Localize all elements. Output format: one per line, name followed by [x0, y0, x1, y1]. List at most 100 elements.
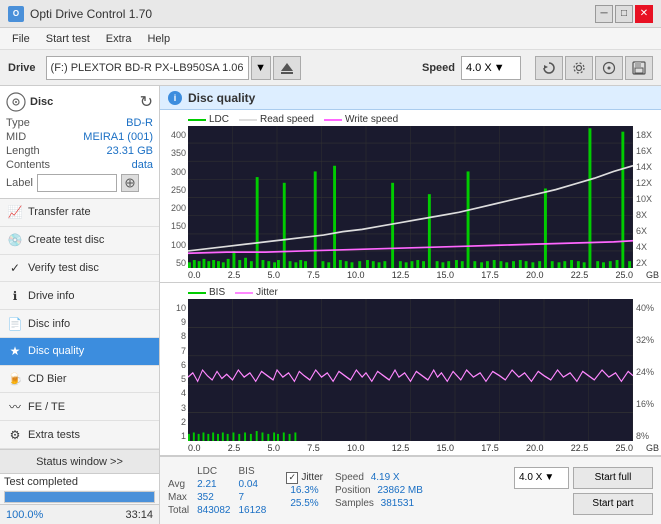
status-window-button[interactable]: Status window >> — [0, 450, 159, 474]
disc-info-label: Disc info — [28, 318, 70, 330]
chart1-svg — [188, 126, 633, 268]
menu-file[interactable]: File — [4, 31, 38, 47]
samples-row: Samples 381531 — [335, 497, 423, 510]
chart2-y-axis-right: 40%32%24%16%8% — [634, 299, 659, 445]
jitter-max-val: 25.5% — [290, 498, 318, 509]
toolbar-icons — [535, 56, 653, 80]
drive-select-container: (F:) PLEXTOR BD-R PX-LB950SA 1.06 ▼ — [46, 56, 408, 80]
main-layout: Disc ↻ Type BD-R MID MEIRA1 (001) Length… — [0, 86, 661, 524]
disc-mid-value: MEIRA1 (001) — [83, 131, 153, 143]
drive-info-label: Drive info — [28, 290, 74, 302]
status-bar: Status window >> Test completed 100.0% 3… — [0, 449, 159, 524]
drive-info-icon: ℹ — [8, 289, 22, 303]
chart2-y-axis-left: 10987654321 — [160, 299, 188, 445]
read-speed-legend-color — [239, 119, 257, 121]
jitter-legend-color — [235, 292, 253, 294]
titlebar: O Opti Drive Control 1.70 ─ □ ✕ — [0, 0, 661, 28]
sidebar-item-fe-te[interactable]: 〰 FE / TE — [0, 393, 159, 421]
sidebar-item-disc-quality[interactable]: ★ Disc quality — [0, 338, 159, 366]
menu-start-test[interactable]: Start test — [38, 31, 98, 47]
sidebar-item-create-test-disc[interactable]: 💿 Create test disc — [0, 227, 159, 255]
bis-legend-label: BIS — [209, 287, 225, 298]
chart1-y-axis-right: 18X 16X 14X 12X 10X 8X 6X 4X 2X — [634, 126, 659, 272]
chart2-wrapper: BIS Jitter 10987654321 40%32%24%16%8% — [160, 283, 661, 456]
stats-total-bis: 16128 — [239, 504, 275, 517]
speed-select-bottom[interactable]: 4.0 X ▼ — [514, 467, 569, 489]
chart2-svg — [188, 299, 633, 441]
sidebar-item-extra-tests[interactable]: ⚙ Extra tests — [0, 421, 159, 449]
stats-avg-label: Avg — [168, 478, 197, 491]
action-buttons: 4.0 X ▼ Start full Start part — [514, 467, 653, 515]
close-button[interactable]: ✕ — [635, 5, 653, 23]
stats-max-ldc: 352 — [197, 491, 238, 504]
speed-dropdown-arrow: ▼ — [494, 62, 505, 74]
samples-label: Samples — [335, 498, 374, 509]
status-text: Test completed — [0, 474, 159, 490]
write-speed-legend-color — [324, 119, 342, 121]
sidebar-item-disc-info[interactable]: 📄 Disc info — [0, 310, 159, 338]
speed-value: 4.0 X — [466, 62, 492, 74]
speed-label: Speed — [422, 62, 455, 74]
position-label: Position — [335, 485, 371, 496]
window-controls: ─ □ ✕ — [595, 5, 653, 23]
menu-extra[interactable]: Extra — [98, 31, 140, 47]
minimize-button[interactable]: ─ — [595, 5, 613, 23]
chart2-gb-label: GB — [646, 443, 659, 453]
eject-button[interactable] — [273, 56, 301, 80]
stats-avg-bis: 0.04 — [239, 478, 275, 491]
chart1-legend: LDC Read speed Write speed — [188, 114, 398, 125]
progress-percent: 100.0% — [6, 509, 43, 521]
speed-select[interactable]: 4.0 X ▼ — [461, 56, 521, 80]
menubar: File Start test Extra Help — [0, 28, 661, 50]
disc-icon — [6, 92, 26, 112]
sidebar-item-cd-bier[interactable]: 🍺 CD Bier — [0, 366, 159, 394]
jitter-checkbox[interactable]: ✓ — [286, 472, 298, 484]
cd-bier-icon: 🍺 — [8, 372, 22, 386]
chart2-legend: BIS Jitter — [188, 287, 278, 298]
disc-header-label: Disc — [30, 96, 53, 108]
app-icon: O — [8, 6, 24, 22]
stats-table: LDC BIS Avg 2.21 0.04 Max — [168, 465, 274, 517]
titlebar-left: O Opti Drive Control 1.70 — [8, 6, 152, 22]
start-full-button[interactable]: Start full — [573, 467, 653, 489]
drive-dropdown-arrow[interactable]: ▼ — [251, 56, 271, 80]
disc-button[interactable] — [595, 56, 623, 80]
settings-button[interactable] — [565, 56, 593, 80]
stats-max-label: Max — [168, 491, 197, 504]
drive-value: (F:) PLEXTOR BD-R PX-LB950SA 1.06 — [51, 62, 244, 74]
sidebar-item-transfer-rate[interactable]: 📈 Transfer rate — [0, 199, 159, 227]
disc-contents-value: data — [132, 159, 153, 171]
sidebar-item-drive-info[interactable]: ℹ Drive info — [0, 282, 159, 310]
label-input[interactable] — [37, 174, 117, 192]
start-part-button[interactable]: Start part — [573, 493, 653, 515]
create-test-disc-icon: 💿 — [8, 233, 22, 247]
legend-ldc: LDC — [188, 114, 229, 125]
start-part-row: Start part — [514, 493, 653, 515]
panel-header: i Disc quality — [160, 86, 661, 110]
refresh-button[interactable] — [535, 56, 563, 80]
maximize-button[interactable]: □ — [615, 5, 633, 23]
speed-select-value: 4.0 X — [519, 472, 542, 483]
position-row: Position 23862 MB — [335, 484, 423, 497]
verify-test-disc-icon: ✓ — [8, 261, 22, 275]
disc-mid-row: MID MEIRA1 (001) — [6, 130, 153, 144]
drive-select[interactable]: (F:) PLEXTOR BD-R PX-LB950SA 1.06 — [46, 56, 249, 80]
status-bottom: 100.0% 33:14 — [0, 504, 159, 524]
disc-refresh-button[interactable]: ↻ — [140, 92, 153, 112]
drivebar: Drive (F:) PLEXTOR BD-R PX-LB950SA 1.06 … — [0, 50, 661, 86]
panel-title: Disc quality — [188, 91, 255, 105]
jitter-avg-val: 16.3% — [290, 485, 318, 496]
stats-bis-header: BIS — [239, 465, 275, 478]
disc-info-icon: 📄 — [8, 317, 22, 331]
save-button[interactable] — [625, 56, 653, 80]
sidebar-item-verify-test-disc[interactable]: ✓ Verify test disc — [0, 255, 159, 283]
label-set-button[interactable] — [121, 174, 139, 192]
stats-empty-header — [168, 465, 197, 478]
jitter-section: ✓ Jitter 16.3% 25.5% — [286, 472, 323, 510]
speed-text-label: Speed — [335, 472, 364, 483]
disc-length-row: Length 23.31 GB — [6, 144, 153, 158]
start-full-row: 4.0 X ▼ Start full — [514, 467, 653, 489]
chart1-gb-label: GB — [646, 270, 659, 280]
stats-total-label: Total — [168, 504, 197, 517]
menu-help[interactable]: Help — [139, 31, 178, 47]
